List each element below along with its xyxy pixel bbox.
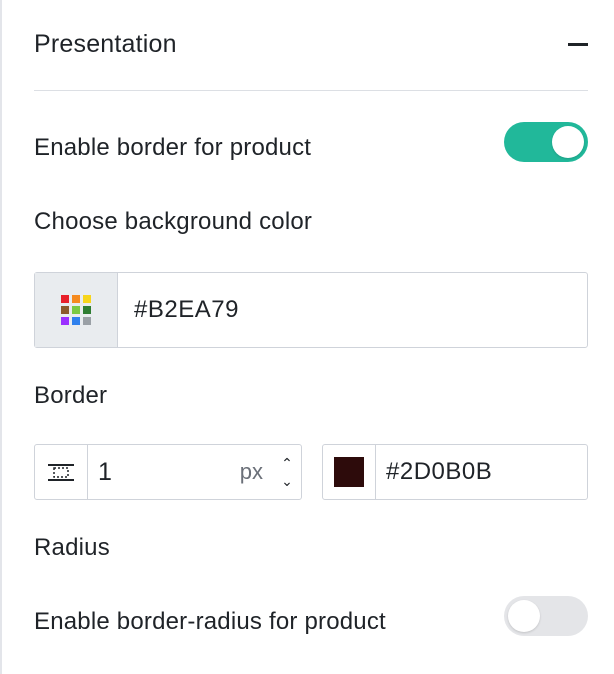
border-toggle-label: Enable border for product [34, 134, 312, 161]
radius-label: Radius [34, 534, 110, 561]
palette-dot [83, 295, 91, 303]
palette-dot [83, 317, 91, 325]
palette-dot [61, 306, 69, 314]
border-width-stepper[interactable]: ⌃ ⌄ [273, 445, 301, 499]
background-color-picker-button[interactable] [35, 273, 118, 347]
chevron-up-icon[interactable]: ⌃ [281, 454, 293, 472]
background-color-input[interactable]: #B2EA79 [118, 273, 587, 347]
border-color-swatch [334, 457, 364, 487]
palette-dot [61, 295, 69, 303]
chevron-down-icon[interactable]: ⌄ [281, 472, 293, 490]
border-style-icon [35, 445, 88, 499]
palette-dot [61, 317, 69, 325]
radius-toggle[interactable] [504, 596, 588, 636]
border-width-unit: px [239, 459, 263, 484]
toggle-knob [508, 600, 540, 632]
divider [34, 90, 588, 91]
background-color-field: #B2EA79 [34, 272, 588, 348]
border-width-input[interactable]: 1 [88, 445, 240, 499]
border-color-field: #2D0B0B [322, 444, 588, 500]
border-width-field: 1 px ⌃ ⌄ [34, 444, 302, 500]
section-title: Presentation [34, 29, 177, 58]
palette-dot [72, 295, 80, 303]
palette-dot [72, 317, 80, 325]
border-color-picker-button[interactable] [323, 445, 376, 499]
border-label: Border [34, 382, 108, 409]
toggle-knob [552, 126, 584, 158]
palette-dot [72, 306, 80, 314]
border-color-input[interactable]: #2D0B0B [376, 445, 587, 499]
background-color-label: Choose background color [34, 208, 313, 235]
color-palette-icon [61, 295, 91, 325]
presentation-panel: Presentation Enable border for product C… [0, 0, 614, 674]
radius-toggle-label: Enable border-radius for product [34, 608, 386, 635]
minus-icon[interactable] [568, 42, 588, 46]
border-toggle[interactable] [504, 122, 588, 162]
section-header[interactable]: Presentation [34, 22, 588, 66]
palette-dot [83, 306, 91, 314]
